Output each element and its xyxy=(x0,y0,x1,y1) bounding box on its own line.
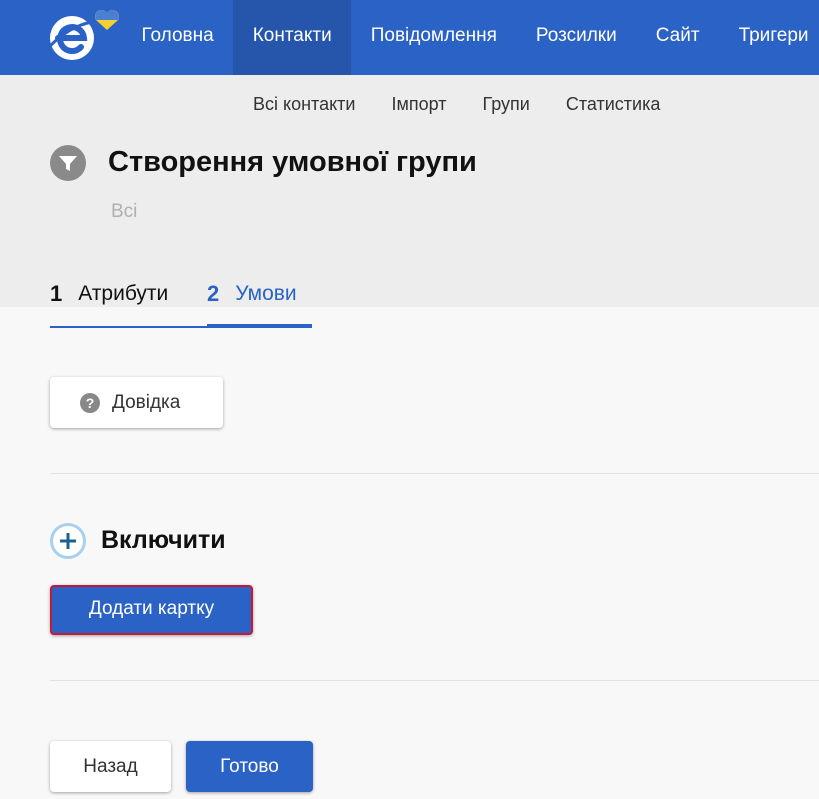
contacts-subnav: Всі контакти Імпорт Групи Статистика xyxy=(235,91,678,117)
wizard-steps: 1 Атрибути 2 Умови xyxy=(50,278,312,328)
back-button[interactable]: Назад xyxy=(50,741,171,792)
question-circle-icon: ? xyxy=(80,392,100,413)
step-number: 1 xyxy=(50,281,63,306)
subnav-all-contacts[interactable]: Всі контакти xyxy=(235,91,373,117)
add-card-button[interactable]: Додати картку xyxy=(50,585,253,635)
step-number: 2 xyxy=(207,281,220,306)
nav-item-home[interactable]: Головна xyxy=(122,0,233,75)
nav-item-site[interactable]: Сайт xyxy=(636,0,719,75)
esputnik-logo[interactable] xyxy=(48,8,120,64)
done-button[interactable]: Готово xyxy=(186,741,313,792)
subnav-groups[interactable]: Групи xyxy=(464,91,547,117)
step-attributes-tab[interactable]: 1 Атрибути xyxy=(50,278,207,328)
nav-item-messages[interactable]: Повідомлення xyxy=(351,0,516,75)
page-subtitle: Всі xyxy=(111,201,138,222)
nav-item-contacts[interactable]: Контакти xyxy=(233,0,352,75)
step-label: Умови xyxy=(235,282,297,305)
subnav-import[interactable]: Імпорт xyxy=(373,91,464,117)
nav-item-triggers[interactable]: Тригери xyxy=(719,0,819,75)
help-button-label: Довідка xyxy=(112,391,181,413)
plus-circle-icon[interactable] xyxy=(50,523,86,559)
top-navigation-bar: Головна Контакти Повідомлення Розсилки С… xyxy=(0,0,819,75)
filter-icon xyxy=(50,145,86,181)
page-header: Всі контакти Імпорт Групи Статистика Ств… xyxy=(0,75,819,307)
nav-item-campaigns[interactable]: Розсилки xyxy=(516,0,636,75)
main-menu: Головна Контакти Повідомлення Розсилки С… xyxy=(122,0,819,75)
help-button[interactable]: ? Довідка xyxy=(50,377,223,428)
step-conditions-tab[interactable]: 2 Умови xyxy=(207,278,312,328)
divider xyxy=(50,473,819,474)
step-label: Атрибути xyxy=(78,282,169,305)
include-section-title: Включити xyxy=(101,526,226,554)
page-title: Створення умовної групи xyxy=(108,146,477,178)
ukraine-heart-icon xyxy=(94,9,120,31)
subnav-statistics[interactable]: Статистика xyxy=(548,91,679,117)
divider xyxy=(50,680,819,681)
